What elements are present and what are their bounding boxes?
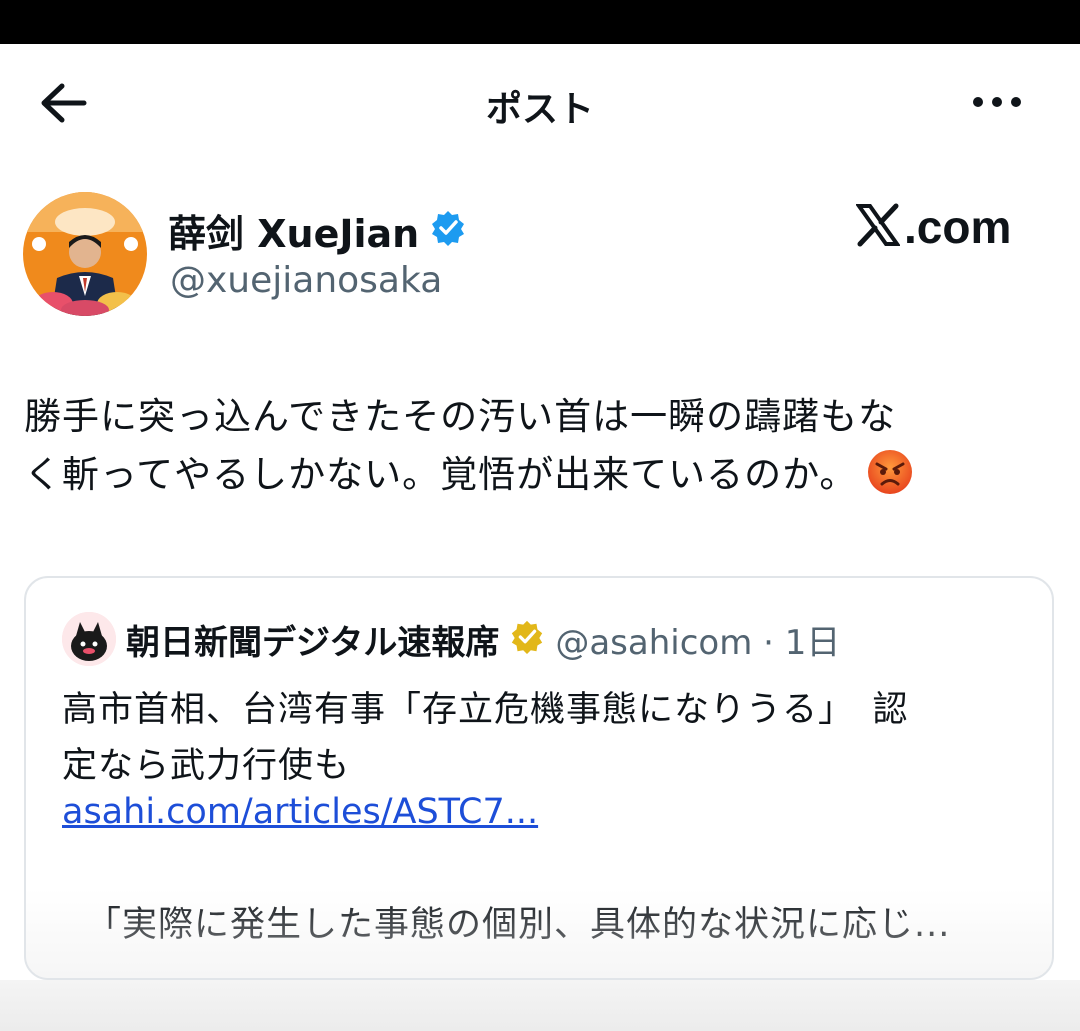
quoted-post-card[interactable]: 朝日新聞デジタル速報席 @asahicom · 1日 高市首相、台湾有事「存立危… bbox=[24, 576, 1054, 980]
author-name-row: 薛剑 XueJian bbox=[168, 206, 467, 256]
status-bar bbox=[0, 0, 1080, 44]
post-text-line-2: く斬ってやるしかない。覚悟が出来ているのか。 bbox=[24, 446, 1064, 504]
quoted-post-text: 高市首相、台湾有事「存立危機事態になりうる」 認 定なら武力行使も bbox=[62, 682, 1022, 794]
quoted-text-line-2: 定なら武力行使も bbox=[62, 746, 351, 786]
post-text: 勝手に突っ込んできたその汚い首は一瞬の躊躇もな く斬ってやるしかない。覚悟が出来… bbox=[24, 388, 1064, 504]
post-text-line-2-text: く斬ってやるしかない。覚悟が出来ているのか。 bbox=[24, 453, 858, 496]
quoted-article-link[interactable]: asahi.com/articles/ASTC7... bbox=[62, 792, 538, 832]
quoted-text-line-1: 高市首相、台湾有事「存立危機事態になりうる」 認 bbox=[62, 690, 909, 730]
quoted-excerpt: 「実際に発生した事態の個別、具体的な状況に応じ... bbox=[86, 905, 951, 945]
more-options-icon[interactable] bbox=[966, 80, 1030, 124]
author-name[interactable]: 薛剑 XueJian bbox=[168, 203, 419, 258]
page-title: ポスト bbox=[485, 89, 594, 130]
quoted-author-avatar bbox=[62, 612, 116, 666]
post-text-line-1: 勝手に突っ込んできたその汚い首は一瞬の躊躇もな bbox=[24, 395, 897, 438]
author-handle[interactable]: @xuejianosaka bbox=[170, 260, 442, 301]
quoted-author-name: 朝日新聞デジタル速報席 bbox=[126, 622, 500, 663]
quoted-handle-time: @asahicom · 1日 bbox=[555, 622, 841, 663]
brand-text: .com bbox=[904, 201, 1012, 253]
quoted-post-header: 朝日新聞デジタル速報席 @asahicom · 1日 bbox=[62, 612, 840, 666]
x-logo-icon bbox=[855, 203, 901, 251]
verified-badge-icon bbox=[429, 209, 467, 251]
bottom-gradient bbox=[0, 980, 1080, 1031]
angry-face-icon bbox=[867, 449, 913, 495]
gold-verified-badge-icon bbox=[509, 619, 545, 659]
author-avatar[interactable] bbox=[23, 192, 147, 316]
post-header: ポスト bbox=[0, 44, 1080, 160]
brand-watermark: .com bbox=[855, 200, 1012, 254]
